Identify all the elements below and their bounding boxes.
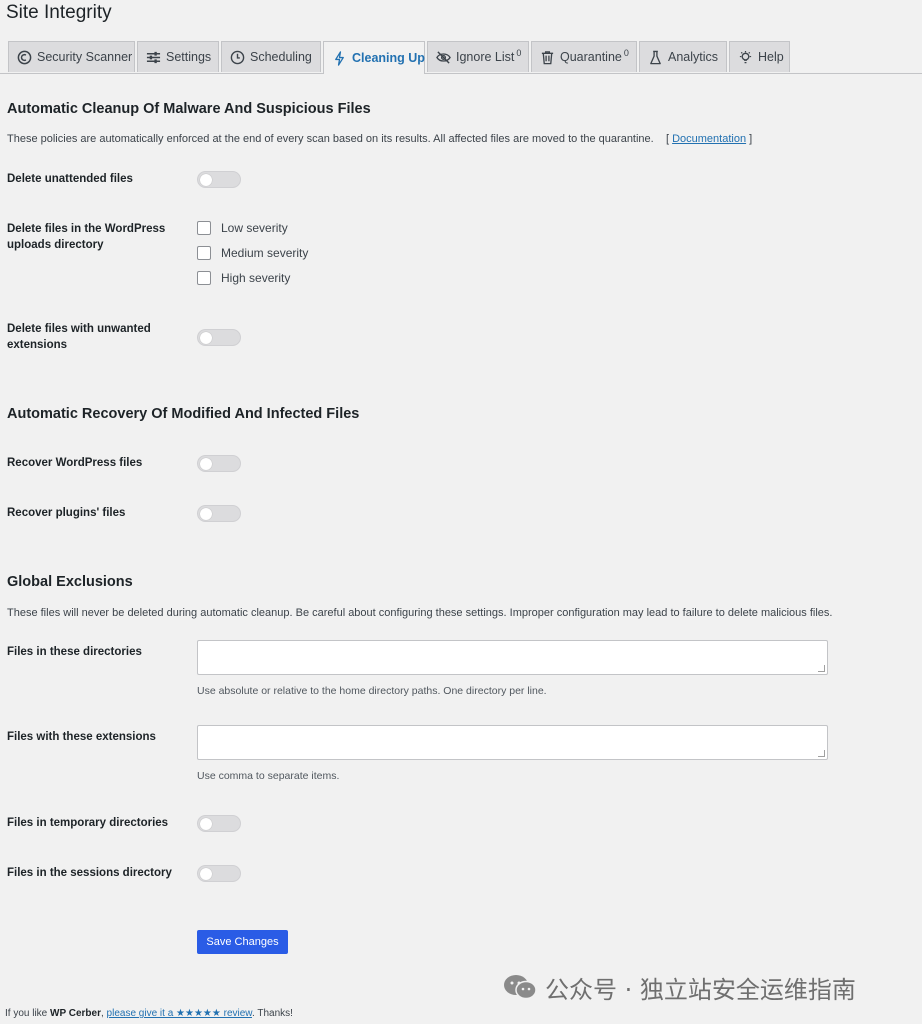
tab-help[interactable]: Help xyxy=(729,41,790,72)
tab-label: Quarantine xyxy=(560,50,622,64)
temp-dirs-toggle[interactable] xyxy=(197,815,241,832)
temp-dirs-label: Files in temporary directories xyxy=(7,817,169,829)
tab-settings[interactable]: Settings xyxy=(137,41,219,72)
documentation-link[interactable]: Documentation xyxy=(672,133,746,145)
sliders-icon xyxy=(146,50,161,65)
watermark: 公众号 · 独立站安全运维指南 xyxy=(503,972,856,1004)
recover-plugins-label: Recover plugins' files xyxy=(7,507,126,519)
bolt-icon xyxy=(332,50,347,66)
tab-label: Cleaning Up xyxy=(352,51,425,65)
wechat-icon xyxy=(504,975,537,1000)
doc-bracket-open: [ xyxy=(665,133,670,145)
tab-label: Analytics xyxy=(668,50,719,64)
footer: If you like WP Cerber, please give it a … xyxy=(5,1008,293,1019)
medium-severity-label: Medium severity xyxy=(221,246,309,260)
flask-icon xyxy=(648,50,663,65)
recover-wp-toggle[interactable] xyxy=(197,455,241,472)
high-severity-option[interactable]: High severity xyxy=(197,271,290,285)
tab-label: Scheduling xyxy=(250,50,312,64)
recover-plugins-toggle[interactable] xyxy=(197,505,241,522)
exclude-dirs-textarea[interactable] xyxy=(197,640,828,675)
delete-unwanted-ext-label: Delete files with unwanted extensions xyxy=(7,323,151,351)
lightbulb-icon xyxy=(738,50,753,65)
exclusions-description: These files will never be deleted during… xyxy=(7,607,833,619)
trash-icon xyxy=(540,50,555,65)
tab-badge: 0 xyxy=(623,48,629,58)
delete-unattended-toggle[interactable] xyxy=(197,171,241,188)
review-link[interactable]: please give it a ★★★★★ review xyxy=(107,1008,252,1019)
footer-suffix: . Thanks! xyxy=(251,1008,293,1019)
sessions-dir-toggle[interactable] xyxy=(197,865,241,882)
exclude-exts-label: Files with these extensions xyxy=(7,731,156,743)
tab-quarantine[interactable]: Quarantine 0 xyxy=(531,41,637,72)
tab-security-scanner[interactable]: Security Scanner xyxy=(8,41,135,72)
exclude-dirs-hint: Use absolute or relative to the home dir… xyxy=(197,685,547,697)
exclude-dirs-label: Files in these directories xyxy=(7,646,142,658)
tab-label: Ignore List xyxy=(456,50,515,64)
watermark-text: 公众号 · 独立站安全运维指南 xyxy=(545,975,856,1004)
tab-ignore-list[interactable]: Ignore List 0 xyxy=(427,41,529,72)
tab-badge: 0 xyxy=(516,48,522,58)
save-changes-button[interactable]: Save Changes xyxy=(197,930,288,954)
page-title: Site Integrity xyxy=(6,2,112,23)
recover-wp-label: Recover WordPress files xyxy=(7,457,143,469)
tab-label: Help xyxy=(758,50,784,64)
high-severity-label: High severity xyxy=(221,271,291,285)
high-severity-checkbox[interactable] xyxy=(197,271,211,285)
low-severity-label: Low severity xyxy=(221,221,288,235)
tab-bar: Security Scanner Settings Scheduling Cle… xyxy=(0,41,922,74)
exclude-exts-hint: Use comma to separate items. xyxy=(197,770,340,782)
tab-scheduling[interactable]: Scheduling xyxy=(221,41,321,72)
delete-uploads-label: Delete files in the WordPress uploads di… xyxy=(7,223,166,251)
medium-severity-checkbox[interactable] xyxy=(197,246,211,260)
cleanup-description: These policies are automatically enforce… xyxy=(7,133,752,145)
tab-label: Settings xyxy=(166,50,212,64)
low-severity-checkbox[interactable] xyxy=(197,221,211,235)
shield-icon xyxy=(17,50,32,65)
low-severity-option[interactable]: Low severity xyxy=(197,221,288,235)
delete-unattended-label: Delete unattended files xyxy=(7,173,133,185)
exclusions-heading: Global Exclusions xyxy=(7,574,133,590)
tab-analytics[interactable]: Analytics xyxy=(639,41,727,72)
delete-unwanted-ext-toggle[interactable] xyxy=(197,329,241,346)
exclude-exts-textarea[interactable] xyxy=(197,725,828,760)
footer-brand: WP Cerber xyxy=(50,1008,101,1019)
cleanup-heading: Automatic Cleanup Of Malware And Suspici… xyxy=(7,101,371,117)
tab-label: Security Scanner xyxy=(37,50,133,64)
doc-bracket-close: ] xyxy=(749,133,753,145)
sessions-dir-label: Files in the sessions directory xyxy=(7,867,172,879)
cleanup-description-text: These policies are automatically enforce… xyxy=(7,133,654,145)
footer-prefix: If you like xyxy=(5,1008,51,1019)
clock-icon xyxy=(230,50,245,65)
recovery-heading: Automatic Recovery Of Modified And Infec… xyxy=(7,406,360,422)
tab-cleaning-up[interactable]: Cleaning Up xyxy=(323,41,425,74)
eye-off-icon xyxy=(436,50,451,65)
medium-severity-option[interactable]: Medium severity xyxy=(197,246,308,260)
